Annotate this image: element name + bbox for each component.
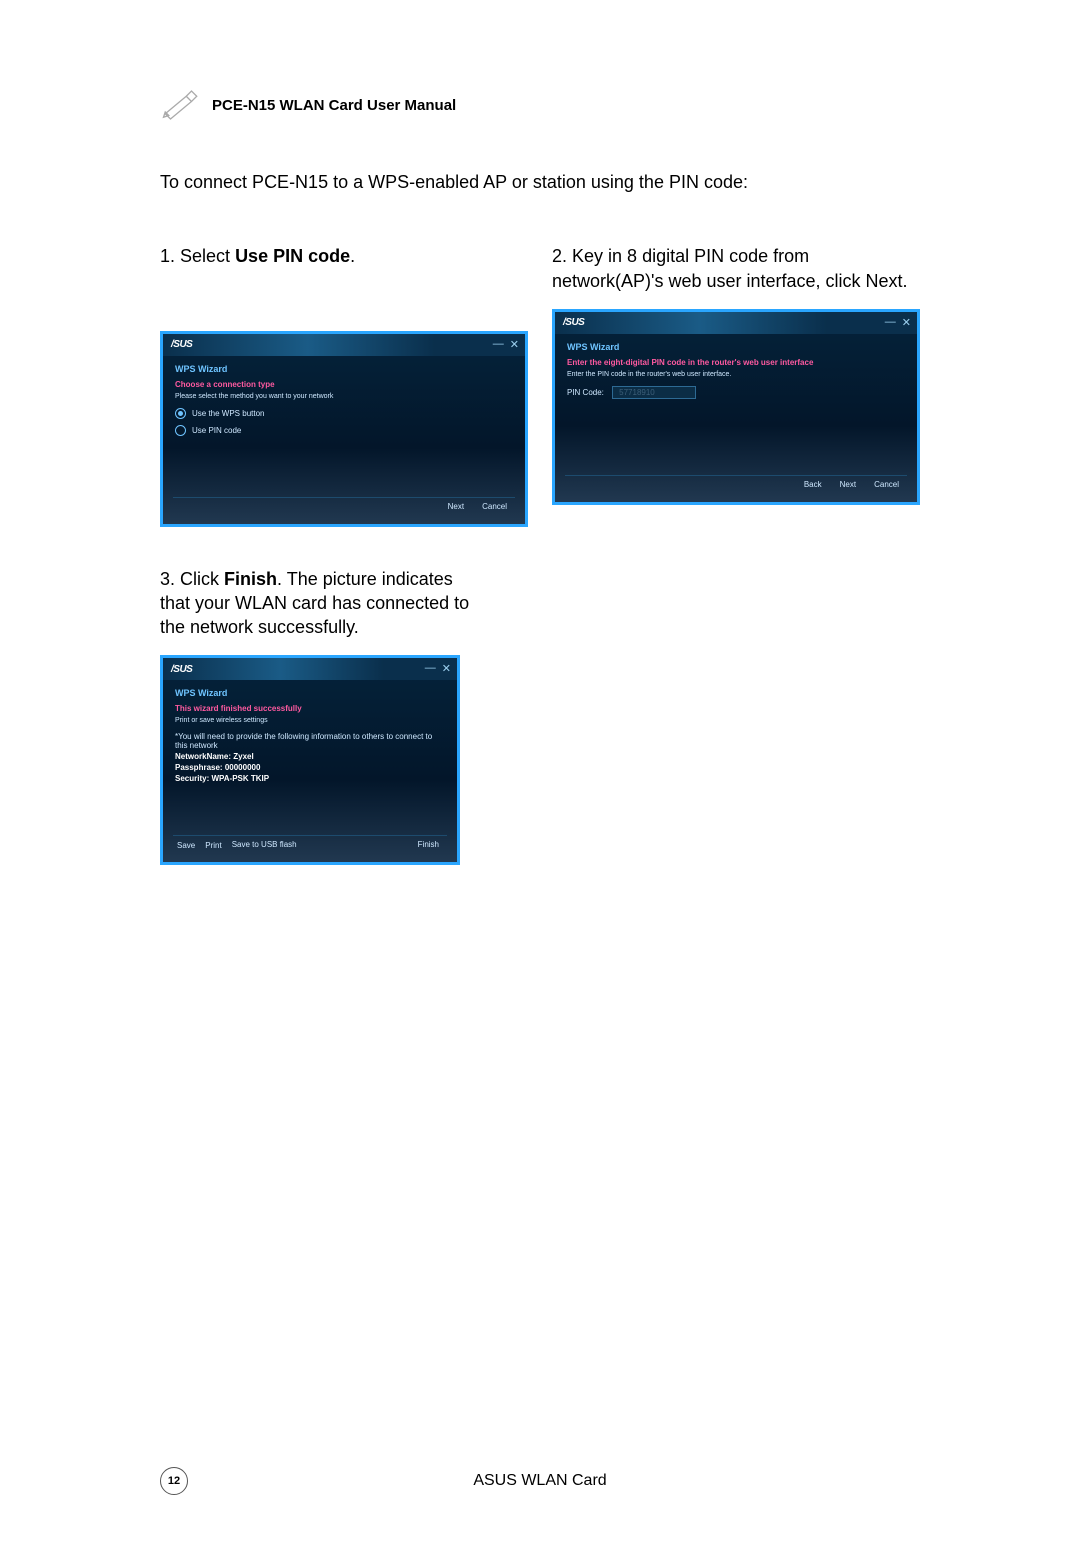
step-1: 1. Select Use PIN code. (160, 244, 528, 268)
step-2: 2. Key in 8 digital PIN code from networ… (552, 244, 920, 293)
dlg2-title: Enter the eight-digital PIN code in the … (567, 358, 905, 367)
minimize-icon[interactable]: — (425, 662, 436, 675)
radio-use-wps-button[interactable]: Use the WPS button (175, 408, 513, 419)
wps-wizard-label: WPS Wizard (175, 364, 513, 374)
dlg3-note: *You will need to provide the following … (175, 732, 445, 750)
dlg1-hint: Please select the method you want to you… (175, 393, 513, 400)
pen-icon (160, 90, 202, 120)
cancel-button[interactable]: Cancel (870, 479, 903, 490)
dlg3-hint: Print or save wireless settings (175, 717, 445, 724)
next-button[interactable]: Next (444, 501, 468, 512)
asus-logo: /SUS (563, 317, 584, 328)
intro-text: To connect PCE-N15 to a WPS-enabled AP o… (160, 170, 920, 194)
wps-wizard-label: WPS Wizard (567, 342, 905, 352)
asus-logo: /SUS (171, 339, 192, 350)
pin-code-input[interactable]: 57718910 (612, 386, 696, 399)
page-header-title: PCE-N15 WLAN Card User Manual (212, 97, 456, 114)
dlg3-title: This wizard finished successfully (175, 704, 445, 713)
back-button[interactable]: Back (800, 479, 826, 490)
close-icon[interactable]: ✕ (902, 316, 911, 329)
dlg1-title: Choose a connection type (175, 380, 513, 389)
screenshot-choose-connection: /SUS — ✕ WPS Wizard Choose a connection … (160, 331, 528, 527)
screenshot-wizard-finished: /SUS — ✕ WPS Wizard This wizard finished… (160, 655, 460, 865)
minimize-icon[interactable]: — (493, 338, 504, 351)
minimize-icon[interactable]: — (885, 316, 896, 329)
screenshot-enter-pin: /SUS — ✕ WPS Wizard Enter the eight-digi… (552, 309, 920, 505)
close-icon[interactable]: ✕ (442, 662, 451, 675)
save-button[interactable]: Save (177, 841, 195, 850)
footer-text: ASUS WLAN Card (473, 1472, 606, 1490)
pin-code-label: PIN Code: (567, 388, 604, 397)
page-number: 12 (160, 1467, 188, 1495)
save-usb-button[interactable]: Save to USB flash (232, 841, 297, 850)
wps-wizard-label: WPS Wizard (175, 688, 445, 698)
asus-logo: /SUS (171, 664, 192, 675)
cancel-button[interactable]: Cancel (478, 501, 511, 512)
close-icon[interactable]: ✕ (510, 338, 519, 351)
dlg2-hint: Enter the PIN code in the router's web u… (567, 371, 905, 378)
next-button[interactable]: Next (836, 479, 860, 490)
step-3: 3. Click Finish. The picture indicates t… (160, 567, 480, 640)
print-button[interactable]: Print (205, 841, 221, 850)
radio-use-pin-code[interactable]: Use PIN code (175, 425, 513, 436)
finish-button[interactable]: Finish (414, 839, 443, 850)
